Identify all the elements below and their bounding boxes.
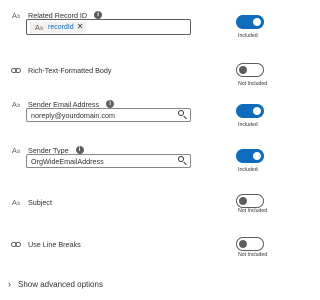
toggle-knob <box>239 239 247 248</box>
field-label: Rich-Text-Formatted Body <box>28 65 112 75</box>
toggle-status-label: Included <box>238 122 258 128</box>
input-value: noreply@yourdomain.com <box>31 110 116 120</box>
toggle-knob <box>253 18 261 26</box>
link-glyph <box>11 67 21 73</box>
info-icon[interactable]: i <box>106 100 115 108</box>
input-value: OrgWideEmailAddress <box>31 156 104 166</box>
text-type-icon: Ab <box>11 10 21 21</box>
text-type-icon: Ab <box>11 197 21 208</box>
advanced-options-label: Show advanced options <box>18 279 103 289</box>
toggle-status-label: Not Included <box>238 208 268 214</box>
record-id-token[interactable]: Ab recordId ✕ <box>30 21 87 33</box>
toggle-status-label: Not Included <box>238 81 268 87</box>
field-label: Subject <box>28 197 52 207</box>
toggle-sender-type[interactable] <box>236 149 264 163</box>
text-type-icon: Ab <box>34 22 44 33</box>
link-type-icon <box>10 241 22 247</box>
toggle-knob <box>253 107 261 115</box>
text-type-icon: Ab <box>11 99 21 110</box>
field-label-row: Ab Subject <box>10 196 52 208</box>
search-icon[interactable] <box>176 155 190 167</box>
text-type-icon: Ab <box>11 145 21 156</box>
info-icon[interactable]: i <box>75 146 84 154</box>
toggle-subject[interactable] <box>236 194 264 208</box>
toggle-rich-text-formatted-body[interactable] <box>236 63 264 77</box>
toggle-knob <box>253 152 261 160</box>
toggle-status-label: Not Included <box>238 252 268 258</box>
record-id-input[interactable]: Ab recordId ✕ <box>26 19 191 35</box>
link-type-icon <box>10 67 22 73</box>
token-label: recordId <box>48 23 74 31</box>
field-label-row: Rich-Text-Formatted Body <box>10 64 111 76</box>
field-label: Use Line Breaks <box>28 239 81 249</box>
show-advanced-options[interactable]: › Show advanced options <box>8 279 103 289</box>
field-label-row: Use Line Breaks <box>10 238 81 250</box>
link-glyph <box>11 241 21 247</box>
toggle-knob <box>239 65 247 74</box>
search-icon[interactable] <box>176 109 190 121</box>
sender-type-input[interactable]: OrgWideEmailAddress <box>26 154 191 168</box>
toggle-sender-email-address[interactable] <box>236 104 264 118</box>
toggle-use-line-breaks[interactable] <box>236 237 264 251</box>
chevron-right-icon: › <box>8 279 11 289</box>
sender-email-input[interactable]: noreply@yourdomain.com <box>26 108 191 122</box>
toggle-status-label: Included <box>238 33 258 39</box>
toggle-status-label: Included <box>238 167 258 173</box>
info-icon[interactable]: i <box>94 11 103 19</box>
toggle-related-record-id[interactable] <box>236 15 264 29</box>
toggle-knob <box>239 196 247 205</box>
remove-token-icon[interactable]: ✕ <box>77 23 84 31</box>
